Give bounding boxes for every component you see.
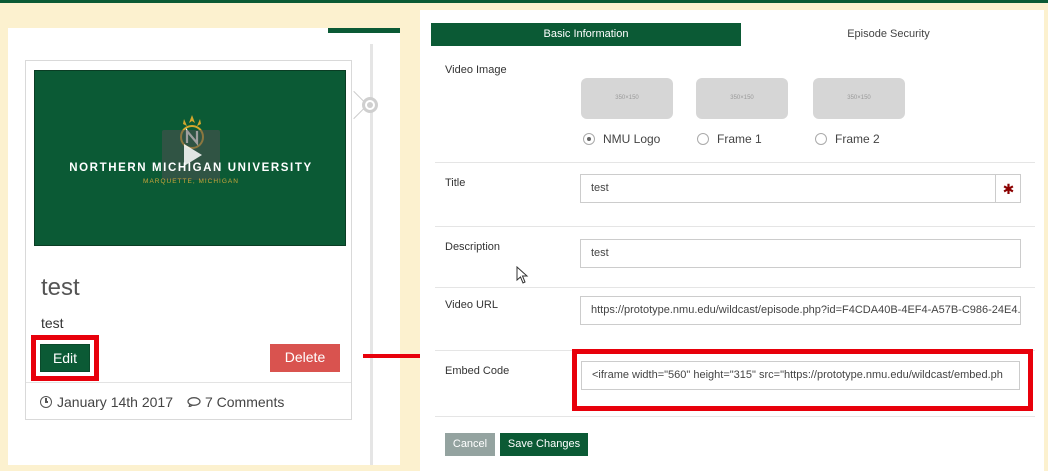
video-url-input[interactable]: https://prototype.nmu.edu/wildcast/episo…: [580, 296, 1021, 325]
panel-accent-bar: [328, 28, 400, 33]
episode-edit-form: Basic Information Episode Security Video…: [420, 10, 1044, 471]
embed-code-label: Embed Code: [445, 365, 510, 377]
row-divider: [435, 226, 1035, 227]
timeline-dot: [362, 97, 378, 113]
episode-date: January 14th 2017: [57, 394, 173, 410]
tab-episode-security[interactable]: Episode Security: [741, 23, 1036, 46]
radio-button[interactable]: [697, 133, 709, 145]
form-tabs: Basic Information Episode Security: [431, 23, 1036, 46]
episode-title: test: [41, 274, 80, 301]
edit-button[interactable]: Edit: [40, 344, 90, 372]
radio-label-nmu-logo: NMU Logo: [603, 132, 661, 146]
embed-highlight-box: [572, 349, 1033, 411]
required-asterisk-icon: ✱: [995, 175, 1021, 203]
clock-icon: [40, 396, 52, 408]
episode-card: NORTHERN MICHIGAN UNIVERSITY MARQUETTE, …: [25, 60, 352, 420]
description-label: Description: [445, 241, 501, 253]
video-url-label: Video URL: [445, 299, 498, 311]
radio-button-checked[interactable]: [583, 133, 595, 145]
title-input[interactable]: test: [580, 174, 1021, 203]
radio-nmu-logo[interactable]: NMU Logo: [583, 132, 660, 146]
mouse-cursor-icon: [516, 266, 529, 284]
save-changes-button[interactable]: Save Changes: [500, 433, 588, 456]
comments-icon: [187, 397, 201, 407]
radio-frame-1[interactable]: Frame 1: [697, 132, 762, 146]
card-divider: [26, 382, 351, 383]
video-image-label: Video Image: [445, 64, 507, 76]
row-divider: [435, 162, 1035, 163]
radio-label-frame-1: Frame 1: [717, 132, 762, 146]
radio-label-frame-2: Frame 2: [835, 132, 880, 146]
row-divider: [435, 416, 1035, 417]
delete-button[interactable]: Delete: [270, 344, 340, 372]
card-footer: January 14th 2017 7 Comments: [40, 394, 284, 410]
episode-description: test: [41, 315, 64, 331]
top-border: [0, 0, 1048, 3]
episode-thumbnail[interactable]: NORTHERN MICHIGAN UNIVERSITY MARQUETTE, …: [34, 70, 346, 246]
radio-button[interactable]: [815, 133, 827, 145]
thumbnail-subtitle: MARQUETTE, MICHIGAN: [143, 178, 239, 185]
annotation-arrow: [363, 354, 427, 358]
radio-frame-2[interactable]: Frame 2: [815, 132, 880, 146]
video-image-option-frame-2[interactable]: 350×150: [813, 78, 905, 119]
cancel-button[interactable]: Cancel: [445, 433, 495, 456]
video-image-option-nmu-logo[interactable]: 350×150: [581, 78, 673, 119]
tab-basic-information[interactable]: Basic Information: [431, 23, 741, 46]
video-image-option-frame-1[interactable]: 350×150: [696, 78, 788, 119]
title-label: Title: [445, 177, 466, 189]
description-input[interactable]: test: [580, 239, 1021, 268]
comments-link[interactable]: 7 Comments: [205, 394, 284, 410]
row-divider: [435, 287, 1035, 288]
thumbnail-title: NORTHERN MICHIGAN UNIVERSITY: [69, 162, 313, 174]
